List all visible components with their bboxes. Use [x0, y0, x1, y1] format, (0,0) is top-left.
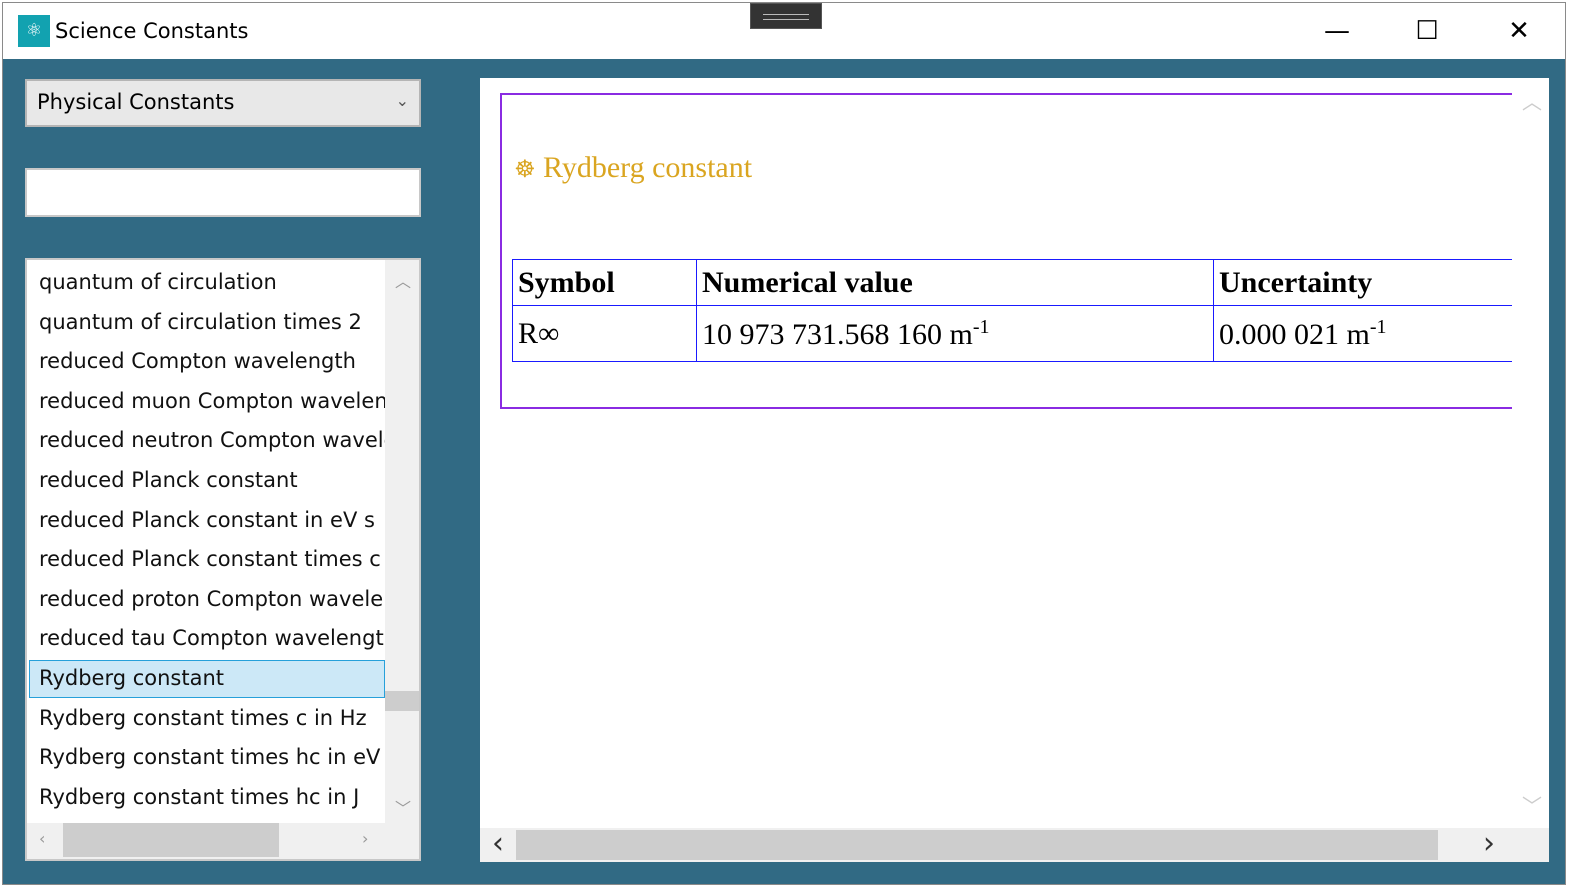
maximize-button[interactable]: ☐: [1404, 13, 1450, 49]
list-item[interactable]: Rydberg constant times hc in J: [29, 779, 385, 817]
value-exponent: -1: [972, 315, 990, 338]
list-item[interactable]: quantum of circulation: [29, 264, 385, 302]
scroll-left-icon[interactable]: ‹: [492, 826, 504, 861]
list-horizontal-scrollbar[interactable]: ‹ ›: [27, 823, 419, 859]
detail-vertical-scrollbar[interactable]: ︿ ﹀: [1512, 78, 1549, 828]
title-bar: ⚛ Science Constants — ☐ ✕: [3, 3, 1565, 59]
constant-card: ☸ Rydberg constant Symbol Numerical valu…: [500, 93, 1540, 409]
list-item[interactable]: reduced Planck constant times c: [29, 541, 385, 579]
minimize-button[interactable]: —: [1314, 13, 1360, 49]
scroll-up-icon[interactable]: ︿: [395, 268, 411, 292]
cell-uncertainty: 0.000 021 m-1: [1213, 305, 1534, 362]
constant-heading: ☸ Rydberg constant: [514, 151, 752, 185]
list-item[interactable]: Rydberg constant: [29, 660, 385, 698]
header-uncertainty: Uncertainty: [1213, 259, 1534, 306]
category-dropdown[interactable]: Physical Constants ⌄: [25, 79, 421, 127]
list-item[interactable]: reduced proton Compton wavelength: [29, 581, 385, 619]
list-item[interactable]: reduced neutron Compton wavelength: [29, 422, 385, 460]
chevron-down-icon: ⌄: [395, 91, 409, 110]
science-logo-icon: ⚛: [18, 15, 50, 47]
window-title: Science Constants: [55, 19, 249, 43]
list-item[interactable]: reduced Compton wavelength: [29, 343, 385, 381]
scroll-down-icon[interactable]: ﹀: [1522, 790, 1542, 819]
category-selected: Physical Constants: [37, 90, 235, 114]
list-item[interactable]: reduced Planck constant: [29, 462, 385, 500]
scroll-up-icon[interactable]: ︿: [1522, 86, 1542, 115]
scroll-thumb[interactable]: [63, 823, 279, 857]
dharma-wheel-icon: ☸: [514, 157, 536, 183]
list-item[interactable]: Rydberg constant times c in Hz: [29, 700, 385, 738]
list-item[interactable]: quantum of circulation times 2: [29, 304, 385, 342]
detail-panel: ☸ Rydberg constant Symbol Numerical valu…: [480, 78, 1549, 862]
list-item[interactable]: reduced muon Compton wavelength: [29, 383, 385, 421]
list-item[interactable]: Rydberg constant times hc in eV: [29, 739, 385, 777]
search-input[interactable]: [25, 168, 421, 217]
scroll-thumb[interactable]: [516, 830, 1438, 860]
constant-table: Symbol Numerical value Uncertainty R∞ 10…: [512, 259, 1534, 362]
value-text: 10 973 731.568 160 m: [702, 317, 973, 351]
drag-handle[interactable]: [750, 3, 822, 29]
scroll-thumb[interactable]: [385, 691, 419, 711]
uncertainty-exponent: -1: [1369, 315, 1387, 338]
scroll-left-icon[interactable]: ‹: [39, 829, 45, 848]
close-button[interactable]: ✕: [1496, 13, 1542, 49]
list-item[interactable]: reduced tau Compton wavelength: [29, 620, 385, 658]
header-symbol: Symbol: [512, 259, 697, 306]
scroll-down-icon[interactable]: ﹀: [395, 795, 411, 819]
constant-title: Rydberg constant: [543, 151, 753, 184]
list-vertical-scrollbar[interactable]: ︿ ﹀: [385, 260, 419, 823]
cell-value: 10 973 731.568 160 m-1: [696, 305, 1214, 362]
header-value: Numerical value: [696, 259, 1214, 306]
scroll-right-icon[interactable]: ›: [362, 829, 368, 848]
uncertainty-text: 0.000 021 m: [1219, 317, 1370, 351]
constants-list: quantum of circulation quantum of circula…: [25, 258, 421, 861]
scroll-right-icon[interactable]: ›: [1483, 826, 1495, 861]
list-item[interactable]: reduced Planck constant in eV s: [29, 502, 385, 540]
detail-horizontal-scrollbar[interactable]: ‹ ›: [480, 826, 1549, 862]
cell-symbol: R∞: [512, 305, 697, 362]
app-window: ⚛ Science Constants — ☐ ✕ Physical Const…: [2, 2, 1566, 885]
